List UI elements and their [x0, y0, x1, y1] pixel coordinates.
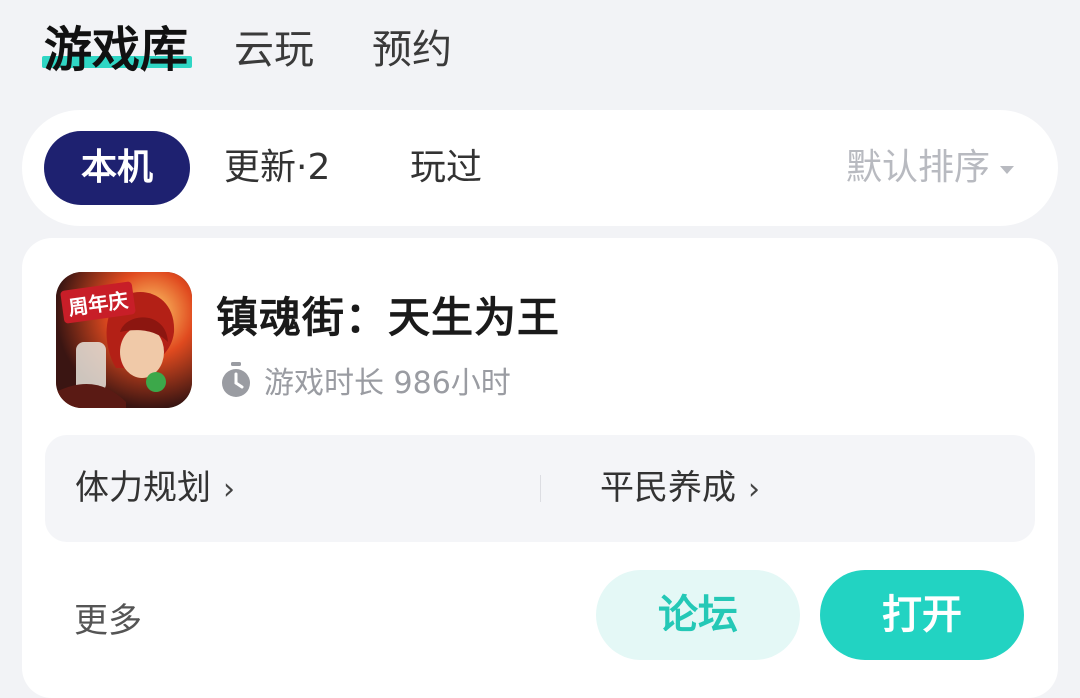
top-tabs: 游戏库 云玩 预约: [42, 10, 510, 80]
tab-label: 预约: [372, 27, 453, 73]
guide-f2p-growth[interactable]: 平民养成 ›: [600, 435, 760, 542]
caret-down-icon: [1000, 166, 1014, 174]
guide-label: 平民养成: [600, 468, 736, 508]
chevron-right-icon: ›: [223, 472, 235, 507]
playtime-text: 游戏时长 986小时: [264, 366, 511, 401]
sort-label: 默认排序: [845, 147, 990, 188]
guide-label: 体力规划: [75, 468, 211, 508]
game-title[interactable]: 镇魂街：天生为王: [216, 284, 560, 345]
tab-label: 云玩: [234, 27, 315, 73]
playtime-info: 游戏时长 986小时: [220, 358, 511, 402]
tab-cloud-play[interactable]: 云玩: [234, 20, 314, 80]
sort-dropdown[interactable]: 默认排序: [846, 131, 1014, 205]
stopwatch-icon: [222, 362, 250, 397]
tab-label: 游戏库: [44, 22, 189, 78]
guide-stamina-planning[interactable]: 体力规划 ›: [75, 435, 235, 542]
game-card: 周年庆 镇魂街：天生为王 游戏时长 986小时 体力规划 › 平民养成 › 更多 论…: [22, 238, 1058, 698]
forum-button[interactable]: 论坛: [596, 570, 800, 660]
filter-chip-updates[interactable]: 更新·2: [224, 131, 330, 205]
game-icon[interactable]: 周年庆: [56, 272, 192, 408]
filter-chip-local[interactable]: 本机: [44, 131, 190, 205]
chevron-right-icon: ›: [748, 472, 760, 507]
guide-links: 体力规划 › 平民养成 ›: [45, 435, 1035, 542]
guide-divider: [540, 475, 541, 502]
open-button[interactable]: 打开: [820, 570, 1024, 660]
more-button[interactable]: 更多: [74, 593, 142, 642]
tab-reservation[interactable]: 预约: [372, 20, 452, 80]
filter-bar: 本机 更新·2 玩过 默认排序: [22, 110, 1058, 226]
filter-chip-played[interactable]: 玩过: [410, 131, 482, 205]
tab-game-library[interactable]: 游戏库: [42, 20, 193, 80]
